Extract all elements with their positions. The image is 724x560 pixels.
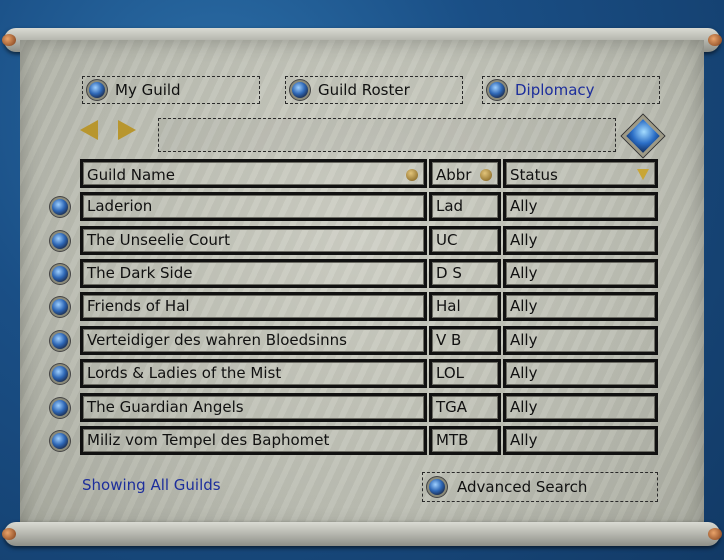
row-gem-icon[interactable] bbox=[52, 400, 68, 416]
gem-icon bbox=[489, 82, 505, 98]
next-arrow-icon[interactable] bbox=[118, 120, 136, 140]
tab-label: My Guild bbox=[115, 81, 181, 99]
guild-status-cell: Ally bbox=[503, 226, 658, 255]
tab-diplomacy[interactable]: Diplomacy bbox=[482, 76, 660, 104]
header-label: Guild Name bbox=[87, 165, 176, 184]
prev-arrow-icon[interactable] bbox=[80, 120, 98, 140]
guild-name-cell[interactable]: The Unseelie Court bbox=[80, 226, 427, 255]
tab-label: Guild Roster bbox=[318, 81, 410, 99]
header-label: Abbr bbox=[436, 165, 472, 184]
sort-icon bbox=[406, 168, 418, 181]
row-gem-icon[interactable] bbox=[52, 266, 68, 282]
rod-knob-left bbox=[2, 34, 16, 46]
advanced-search-label: Advanced Search bbox=[457, 478, 588, 496]
guild-abbr-cell: TGA bbox=[429, 393, 501, 422]
scroll-bottom-rod bbox=[2, 522, 722, 546]
search-input[interactable] bbox=[158, 118, 616, 152]
row-gem-icon[interactable] bbox=[52, 199, 68, 215]
guild-name-cell[interactable]: The Guardian Angels bbox=[80, 393, 427, 422]
row-gem-icon[interactable] bbox=[52, 433, 68, 449]
guild-abbr-cell: Hal bbox=[429, 292, 501, 321]
guild-status-cell: Ally bbox=[503, 326, 658, 355]
guild-abbr-cell: UC bbox=[429, 226, 501, 255]
gem-icon bbox=[292, 82, 308, 98]
sort-desc-icon bbox=[637, 169, 649, 180]
tab-guild-roster[interactable]: Guild Roster bbox=[285, 76, 463, 104]
rod-knob-right bbox=[708, 528, 722, 540]
tab-my-guild[interactable]: My Guild bbox=[82, 76, 260, 104]
column-header-status[interactable]: Status bbox=[503, 159, 658, 188]
guild-status-cell: Ally bbox=[503, 426, 658, 455]
guild-status-cell: Ally bbox=[503, 192, 658, 221]
advanced-search-button[interactable]: Advanced Search bbox=[422, 472, 658, 502]
row-gem-icon[interactable] bbox=[52, 333, 68, 349]
guild-status-cell: Ally bbox=[503, 393, 658, 422]
guild-name-cell[interactable]: Miliz vom Tempel des Baphomet bbox=[80, 426, 427, 455]
gem-icon bbox=[429, 479, 445, 495]
guild-status-cell: Ally bbox=[503, 292, 658, 321]
row-gem-icon[interactable] bbox=[52, 366, 68, 382]
guild-name-cell[interactable]: Friends of Hal bbox=[80, 292, 427, 321]
rod-knob-right bbox=[708, 34, 722, 46]
row-gem-icon[interactable] bbox=[52, 233, 68, 249]
guild-name-cell[interactable]: The Dark Side bbox=[80, 259, 427, 288]
column-header-guild-name[interactable]: Guild Name bbox=[80, 159, 427, 188]
tab-label: Diplomacy bbox=[515, 81, 595, 99]
guild-status-cell: Ally bbox=[503, 259, 658, 288]
row-gem-icon[interactable] bbox=[52, 299, 68, 315]
showing-all-guilds-link[interactable]: Showing All Guilds bbox=[82, 476, 221, 494]
guild-abbr-cell: V B bbox=[429, 326, 501, 355]
guild-name-cell[interactable]: Verteidiger des wahren Bloedsinns bbox=[80, 326, 427, 355]
header-label: Status bbox=[510, 165, 558, 184]
guild-status-cell: Ally bbox=[503, 359, 658, 388]
guild-abbr-cell: D S bbox=[429, 259, 501, 288]
column-header-abbr[interactable]: Abbr bbox=[429, 159, 501, 188]
guild-abbr-cell: Lad bbox=[429, 192, 501, 221]
guild-name-cell[interactable]: Laderion bbox=[80, 192, 427, 221]
guild-abbr-cell: LOL bbox=[429, 359, 501, 388]
rod-knob-left bbox=[2, 528, 16, 540]
sort-icon bbox=[480, 168, 492, 181]
gem-icon bbox=[89, 82, 105, 98]
guild-abbr-cell: MTB bbox=[429, 426, 501, 455]
guild-name-cell[interactable]: Lords & Ladies of the Mist bbox=[80, 359, 427, 388]
